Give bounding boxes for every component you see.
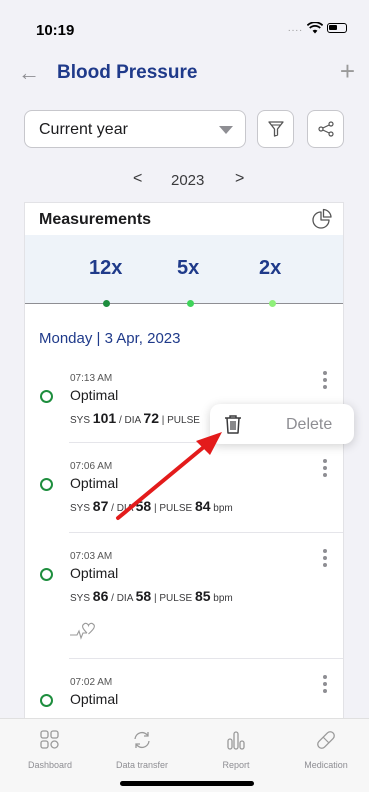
plus-icon[interactable]: + [340,56,355,87]
year-label: 2023 [171,172,205,189]
year-next-button[interactable]: > [235,170,244,188]
sync-icon [134,731,150,749]
year-prev-button[interactable]: < [133,170,142,188]
list-item[interactable]: 07:03 AM Optimal SYS 86 / DIA 58 | PULSE… [25,541,343,659]
sys-label: SYS [70,415,91,426]
sys-value: 87 [92,498,109,514]
entry-status: Optimal [70,565,119,581]
sys-value: 86 [92,588,109,604]
sys-label: SYS [70,503,91,514]
pulse-unit: bpm [213,593,233,604]
entry-values: SYS 87 / DIA 58 | PULSE 84 bpm [70,498,233,514]
share-button[interactable] [307,110,344,148]
pulse-label: | PULSE [153,503,193,514]
dia-label: / DIA [118,415,141,426]
period-select[interactable]: Current year [24,110,246,148]
filter-button[interactable] [257,110,294,148]
entry-status: Optimal [70,691,119,707]
filter-row: Current year [24,110,344,148]
entry-time: 07:13 AM [70,373,113,384]
entry-status: Optimal [70,387,119,403]
dia-value: 72 [143,410,159,426]
caret-down-icon [219,126,233,134]
trash-icon[interactable] [222,413,244,435]
more-vertical-icon[interactable] [323,549,327,570]
dia-label: / DIA [111,593,133,604]
battery-icon [327,23,347,33]
entry-time: 07:06 AM [70,461,113,472]
status-ring-icon [40,478,53,491]
stat-dot-high-normal [269,300,276,307]
heart-rhythm-icon [70,622,95,640]
stat-dot-optimal [103,300,110,307]
dia-value: 58 [135,498,152,514]
pulse-value: 84 [194,498,211,514]
dia-label: / DIA [111,503,133,514]
tab-report[interactable]: Report [196,729,276,770]
stat-count-high-normal: 2x [259,257,282,279]
more-vertical-icon[interactable] [323,371,327,392]
more-vertical-icon[interactable] [323,675,327,696]
list-item[interactable]: 07:06 AM Optimal SYS 87 / DIA 58 | PULSE… [25,453,343,533]
back-arrow-icon[interactable]: ← [18,60,40,86]
status-ring-icon [40,694,53,707]
stat-count-optimal: 12x [89,257,123,279]
period-select-value: Current year [39,121,128,138]
stat-count-normal: 5x [177,257,200,279]
year-navigator: < 2023 > [125,170,255,194]
tab-dashboard[interactable]: Dashboard [10,729,90,770]
day-header: Monday | 3 Apr, 2023 [39,330,181,347]
stat-dot-normal [187,300,194,307]
sys-label: SYS [70,593,91,604]
page-title: Blood Pressure [57,62,198,83]
context-menu: Delete [210,404,354,444]
measurements-card: Measurements 12x 5x 2x Monday | 3 Apr, 2… [24,202,344,762]
pulse-value: 85 [194,588,211,604]
entry-divider [69,532,343,533]
entry-time: 07:03 AM [70,551,113,562]
entry-divider [69,658,343,659]
stats-panel: 12x 5x 2x [25,235,343,303]
nav-bar: ← Blood Pressure + [0,56,369,92]
share-icon [317,121,334,137]
status-ring-icon [40,390,53,403]
sys-value: 101 [92,410,117,426]
tab-label: Medication [304,760,348,770]
tab-label: Dashboard [27,760,73,770]
dia-value: 58 [135,588,152,604]
signal-dots: .... [287,22,303,34]
delete-menu-item[interactable]: Delete [286,416,332,434]
pulse-unit: bpm [213,503,233,514]
pill-icon [317,731,335,749]
dashboard-icon [40,730,59,749]
filter-icon [267,121,284,137]
report-icon [227,731,245,750]
tab-data-transfer[interactable]: Data transfer [102,729,182,770]
status-icons: .... [288,22,347,34]
stats-divider [25,303,343,304]
status-ring-icon [40,568,53,581]
pie-chart-icon[interactable] [311,207,333,229]
entry-time: 07:02 AM [70,677,113,688]
more-vertical-icon[interactable] [323,459,327,480]
home-indicator [120,781,254,786]
entry-values: SYS 101 / DIA 72 | PULSE [70,410,200,426]
status-time: 10:19 [36,22,75,39]
tab-label: Data transfer [115,760,169,770]
wifi-icon [307,22,323,34]
tab-label: Report [222,760,250,770]
measurements-title: Measurements [39,211,152,228]
entry-status: Optimal [70,475,119,491]
tab-medication[interactable]: Medication [286,729,366,770]
entry-values: SYS 86 / DIA 58 | PULSE 85 bpm [70,588,233,604]
pulse-label: | PULSE [153,593,193,604]
status-bar: 10:19 .... [0,0,369,56]
pulse-label: | PULSE [161,415,200,426]
